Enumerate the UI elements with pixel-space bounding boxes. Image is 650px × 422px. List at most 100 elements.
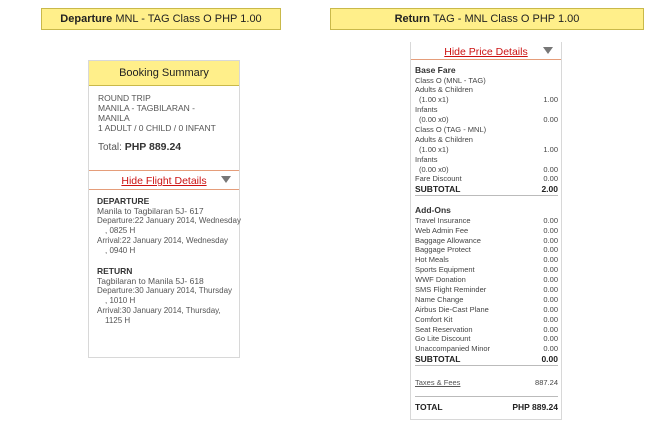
price-line-label: Web Admin Fee: [415, 225, 469, 235]
price-line-label: Infants: [415, 154, 438, 164]
price-line-value: 0.00: [543, 255, 558, 265]
addons-subtotal: SUBTOTAL 0.00: [415, 354, 558, 367]
flight-details-toggle: Hide Flight Details: [89, 170, 239, 190]
return-currency: PHP: [532, 13, 555, 25]
price-line-label: (0.00 x0): [419, 115, 449, 125]
base-fare-line: Class O (MNL - TAG): [415, 76, 558, 86]
price-line-label: Name Change: [415, 294, 464, 304]
departure-amount: 1.00: [240, 13, 262, 25]
price-line-label: (1.00 x1): [419, 95, 449, 105]
addon-line: Hot Meals 0.00: [415, 255, 558, 265]
price-line-label: Seat Reservation: [415, 324, 473, 334]
flight-details: DEPARTURE Manila to Tagbilaran 5J- 617 D…: [89, 190, 241, 326]
base-fare-line: Adults & Children: [415, 85, 558, 95]
departure-banner: Departure MNL - TAG Class O PHP 1.00: [41, 8, 281, 30]
return-arr-time: 1125 H: [105, 316, 131, 325]
grand-total-value: PHP 889.24: [512, 402, 558, 413]
price-line-label: Adults & Children: [415, 85, 473, 95]
price-line-label: Go Lite Discount: [415, 334, 471, 344]
base-fare-line: Infants: [415, 105, 558, 115]
price-line-value: 0.00: [543, 285, 558, 295]
price-line-value: 0.00: [543, 174, 558, 184]
base-fare-line: (0.00 x0) 0.00: [415, 165, 558, 175]
trip-type: ROUND TRIP: [98, 93, 151, 103]
hide-price-details-link[interactable]: Hide Price Details: [444, 46, 527, 58]
price-line-label: Class O (TAG - MNL): [415, 124, 487, 134]
price-line-value: 1.00: [543, 95, 558, 105]
base-fare-line: Infants: [415, 155, 558, 165]
return-banner: Return TAG - MNL Class O PHP 1.00: [330, 8, 644, 30]
base-fare-line: Class O (TAG - MNL): [415, 125, 558, 135]
price-line-value: 0.00: [543, 275, 558, 285]
price-line-value: 0.00: [543, 344, 558, 354]
addons-heading-text: Add-Ons: [415, 205, 451, 216]
base-fare-line: (0.00 x0) 0.00: [415, 115, 558, 125]
departure-heading: DEPARTURE: [97, 196, 150, 206]
hide-flight-details-link[interactable]: Hide Flight Details: [121, 175, 206, 187]
trip-route-line1: MANILA - TAGBILARAN -: [98, 103, 195, 113]
price-line-label: (1.00 x1): [419, 144, 449, 154]
price-line-label: Adults & Children: [415, 134, 473, 144]
price-line-value: 0.00: [543, 235, 558, 245]
base-fare-heading: Base Fare: [415, 65, 558, 76]
departure-currency: PHP: [214, 13, 238, 25]
price-line-value: 0.00: [543, 115, 558, 125]
subtotal-value: 0.00: [541, 354, 558, 365]
price-details-panel: Hide Price Details Base Fare Class O (MN…: [410, 42, 562, 420]
taxes-fees-line: Taxes & Fees 887.24: [415, 378, 558, 388]
return-route: TAG - MNL: [432, 13, 488, 25]
price-line-value: 0.00: [543, 324, 558, 334]
grand-total: TOTAL PHP 889.24: [415, 396, 558, 412]
return-class: Class O: [490, 13, 530, 25]
price-line-label: Class O (MNL - TAG): [415, 75, 486, 85]
subtotal-label: SUBTOTAL: [415, 184, 461, 195]
price-line-label: Infants: [415, 105, 438, 115]
collapse-triangle-icon[interactable]: [221, 176, 231, 183]
base-fare-line: (1.00 x1) 1.00: [415, 95, 558, 105]
addon-line: Web Admin Fee 0.00: [415, 226, 558, 236]
price-line-label: Fare Discount: [415, 174, 462, 184]
return-amount: 1.00: [558, 13, 580, 25]
return-dep-line: Departure:30 January 2014, Thursday: [97, 286, 233, 295]
departure-dep-line: Departure:22 January 2014, Wednesday: [97, 216, 241, 225]
addon-line: SMS Flight Reminder 0.00: [415, 285, 558, 295]
return-flight-route: Tagbilaran to Manila 5J- 618: [97, 276, 204, 286]
addon-line: Seat Reservation 0.00: [415, 325, 558, 335]
price-line-label: Baggage Allowance: [415, 235, 481, 245]
price-list: Base Fare Class O (MNL - TAG) Adults & Ch…: [411, 60, 561, 412]
price-line-label: Airbus Die-Cast Plane: [415, 304, 489, 314]
summary-total-label: Total:: [98, 142, 122, 153]
summary-total-value: PHP 889.24: [124, 141, 182, 153]
price-line-value: 0.00: [543, 314, 558, 324]
departure-flight-route: Manila to Tagbilaran 5J- 617: [97, 206, 204, 216]
trip-info: ROUND TRIP MANILA - TAGBILARAN - MANILA …: [89, 86, 239, 133]
price-line-value: 0.00: [543, 334, 558, 344]
addon-line: Sports Equipment 0.00: [415, 265, 558, 275]
price-line-label: Sports Equipment: [415, 265, 475, 275]
price-line-value: 0.00: [543, 164, 558, 174]
price-line-label: Unaccompanied Minor: [415, 344, 491, 354]
collapse-triangle-icon[interactable]: [543, 47, 553, 54]
booking-summary-title: Booking Summary: [89, 61, 239, 86]
addon-line: WWF Donation 0.00: [415, 275, 558, 285]
departure-arr-time: , 0940 H: [105, 246, 136, 255]
departure-label: Departure: [60, 13, 113, 25]
taxes-fees-value: 887.24: [535, 378, 558, 388]
grand-total-label: TOTAL: [415, 402, 443, 413]
price-line-label: WWF Donation: [415, 275, 466, 285]
base-fare-line: Fare Discount 0.00: [415, 174, 558, 184]
return-dep-time: , 1010 H: [105, 296, 136, 305]
addon-lines: Travel Insurance 0.00 Web Admin Fee 0.00 Bag…: [415, 216, 558, 354]
base-fare-subtotal: SUBTOTAL 2.00: [415, 184, 558, 197]
taxes-fees-link[interactable]: Taxes & Fees: [415, 378, 460, 388]
return-heading: RETURN: [97, 266, 133, 276]
passenger-count: 1 ADULT / 0 CHILD / 0 INFANT: [98, 123, 216, 133]
departure-route: MNL - TAG: [115, 13, 170, 25]
booking-summary-panel: Booking Summary ROUND TRIP MANILA - TAGB…: [88, 60, 241, 358]
price-line-value: 0.00: [543, 265, 558, 275]
addon-line: Airbus Die-Cast Plane 0.00: [415, 305, 558, 315]
addon-line: Comfort Kit 0.00: [415, 315, 558, 325]
subtotal-label: SUBTOTAL: [415, 354, 461, 365]
base-fare-line: Adults & Children: [415, 135, 558, 145]
return-arr-line: Arrival:30 January 2014, Thursday,: [97, 306, 221, 315]
